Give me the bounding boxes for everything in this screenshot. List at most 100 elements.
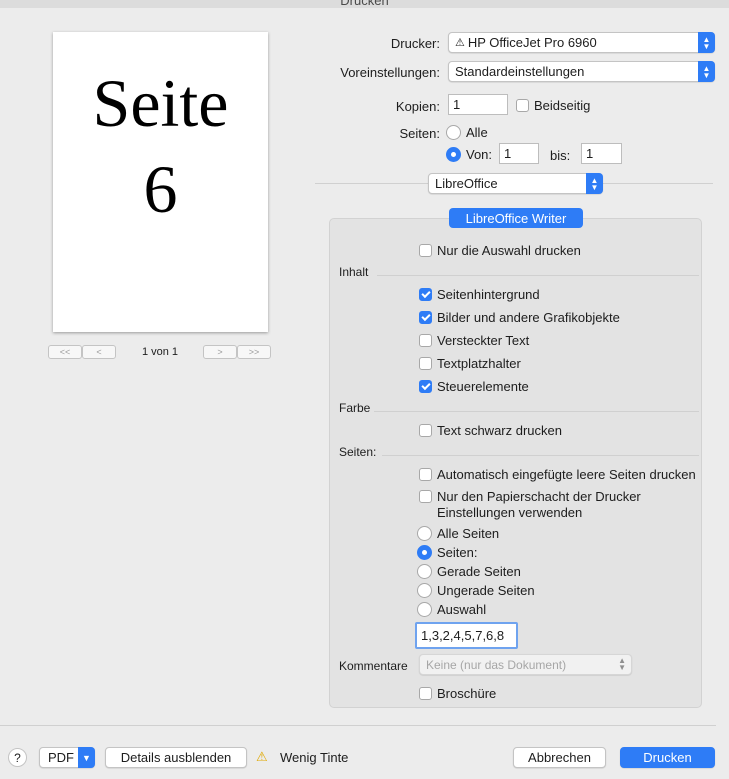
auto-blank-label: Automatisch eingefügte leere Seiten druc… (437, 467, 696, 482)
application-options-value: LibreOffice (435, 176, 498, 191)
printer-select[interactable]: ⚠ HP OfficeJet Pro 6960 ▲ ▼ (448, 32, 715, 53)
pages-all-option[interactable]: Alle (446, 125, 488, 140)
pdf-menu-button[interactable]: PDF ▼ (39, 747, 95, 768)
section-divider (374, 411, 699, 412)
pages-to-field[interactable]: 1 (581, 143, 622, 164)
printer-label: Drucker: (390, 36, 440, 51)
duplex-option[interactable]: Beidseitig (516, 98, 590, 113)
pages-from-radio[interactable] (446, 147, 461, 162)
chevron-updown-icon: ▲ ▼ (618, 656, 626, 672)
option-brochure[interactable]: Broschüre (419, 686, 496, 701)
window-title: Drucken (340, 0, 389, 8)
last-page-icon: >> (248, 347, 260, 357)
form-controls-checkbox[interactable] (419, 380, 432, 393)
duplex-label: Beidseitig (534, 98, 591, 113)
pages-radio[interactable] (417, 545, 432, 560)
images-checkbox[interactable] (419, 311, 432, 324)
only-selection-label: Nur die Auswahl drucken (437, 243, 581, 258)
tab-libreoffice-writer[interactable]: LibreOffice Writer (449, 208, 583, 228)
radio-all-pages[interactable]: Alle Seiten (417, 526, 499, 541)
odd-pages-radio[interactable] (417, 583, 432, 598)
preview-text-line1: Seite (92, 65, 229, 141)
all-pages-radio[interactable] (417, 526, 432, 541)
presets-value: Standardeinstellungen (455, 64, 585, 79)
auto-blank-checkbox[interactable] (419, 468, 432, 481)
chevron-updown-icon: ▲ ▼ (586, 173, 603, 194)
background-label: Seitenhintergrund (437, 287, 540, 302)
even-pages-radio[interactable] (417, 564, 432, 579)
placeholders-label: Textplatzhalter (437, 356, 521, 371)
previous-page-button[interactable]: < (82, 345, 116, 359)
cancel-button[interactable]: Abbrechen (513, 747, 606, 768)
last-page-button[interactable]: >> (237, 345, 271, 359)
option-images[interactable]: Bilder und andere Grafikobjekte (419, 310, 620, 325)
section-content-heading: Inhalt (339, 265, 369, 279)
hidden-text-label: Versteckter Text (437, 333, 530, 348)
selection-radio[interactable] (417, 602, 432, 617)
option-form-controls[interactable]: Steuerelemente (419, 379, 529, 394)
printer-value: HP OfficeJet Pro 6960 (467, 35, 597, 50)
next-page-button[interactable]: > (203, 345, 237, 359)
option-paper-tray[interactable]: Nur den Papierschacht der Drucker Einste… (419, 489, 641, 521)
section-divider (382, 455, 699, 456)
low-ink-status: Wenig Tinte (280, 750, 349, 765)
background-checkbox[interactable] (419, 288, 432, 301)
pages-from-option[interactable]: Von: (446, 147, 492, 162)
black-text-checkbox[interactable] (419, 424, 432, 437)
application-options-select[interactable]: LibreOffice ▲ ▼ (428, 173, 603, 194)
next-page-icon: > (217, 347, 223, 357)
all-pages-label: Alle Seiten (437, 526, 500, 541)
chevron-updown-icon: ▲ ▼ (698, 32, 715, 53)
selection-label: Auswahl (437, 602, 487, 617)
warning-icon: ⚠ (455, 37, 465, 49)
radio-pages[interactable]: Seiten: (417, 545, 477, 560)
title-bar: Drucken (0, 0, 729, 8)
page-preview: Seite 6 (53, 32, 268, 332)
radio-even-pages[interactable]: Gerade Seiten (417, 564, 521, 579)
pages-from-field[interactable]: 1 (499, 143, 539, 164)
option-auto-blank-pages[interactable]: Automatisch eingefügte leere Seiten druc… (419, 467, 696, 482)
paper-tray-label-line2: Einstellungen verwenden (437, 505, 583, 520)
pages-radio-label: Seiten: (437, 545, 478, 560)
print-button[interactable]: Drucken (620, 747, 715, 768)
option-placeholders[interactable]: Textplatzhalter (419, 356, 521, 371)
page-indicator: 1 von 1 (141, 346, 179, 358)
option-background[interactable]: Seitenhintergrund (419, 287, 540, 302)
radio-selection[interactable]: Auswahl (417, 602, 486, 617)
hidden-text-checkbox[interactable] (419, 334, 432, 347)
even-pages-label: Gerade Seiten (437, 564, 521, 579)
first-page-button[interactable]: << (48, 345, 82, 359)
pages-from-label: Von: (466, 147, 493, 162)
copies-label: Kopien: (395, 99, 440, 114)
help-button[interactable]: ? (8, 748, 27, 767)
brochure-checkbox[interactable] (419, 687, 432, 700)
chevron-down-icon: ▼ (78, 747, 95, 768)
presets-label: Voreinstellungen: (340, 65, 440, 80)
paper-tray-checkbox[interactable] (419, 490, 432, 503)
pages-all-label: Alle (466, 125, 488, 140)
pages-range-input[interactable]: 1,3,2,4,5,7,6,8 (415, 622, 518, 649)
duplex-checkbox[interactable] (516, 99, 529, 112)
pages-label: Seiten: (399, 126, 440, 141)
radio-odd-pages[interactable]: Ungerade Seiten (417, 583, 535, 598)
option-black-text[interactable]: Text schwarz drucken (419, 423, 562, 438)
hide-details-button[interactable]: Details ausblenden (105, 747, 247, 768)
footer-divider (0, 725, 716, 726)
option-hidden-text[interactable]: Versteckter Text (419, 333, 529, 348)
placeholders-checkbox[interactable] (419, 357, 432, 370)
black-text-label: Text schwarz drucken (437, 423, 562, 438)
only-selection-checkbox[interactable] (419, 244, 432, 257)
only-selection-option[interactable]: Nur die Auswahl drucken (419, 243, 581, 258)
comments-label: Kommentare (339, 659, 408, 673)
previous-page-icon: < (96, 347, 102, 357)
section-divider (377, 275, 699, 276)
copies-field[interactable]: 1 (448, 94, 508, 115)
presets-select[interactable]: Standardeinstellungen ▲ ▼ (448, 61, 715, 82)
form-controls-label: Steuerelemente (437, 379, 529, 394)
comments-select[interactable]: Keine (nur das Dokument) ▲ ▼ (419, 654, 632, 675)
comments-value: Keine (nur das Dokument) (426, 657, 567, 672)
section-color-heading: Farbe (339, 401, 371, 415)
odd-pages-label: Ungerade Seiten (437, 583, 535, 598)
pages-all-radio[interactable] (446, 125, 461, 140)
section-pages-heading: Seiten: (339, 445, 377, 459)
